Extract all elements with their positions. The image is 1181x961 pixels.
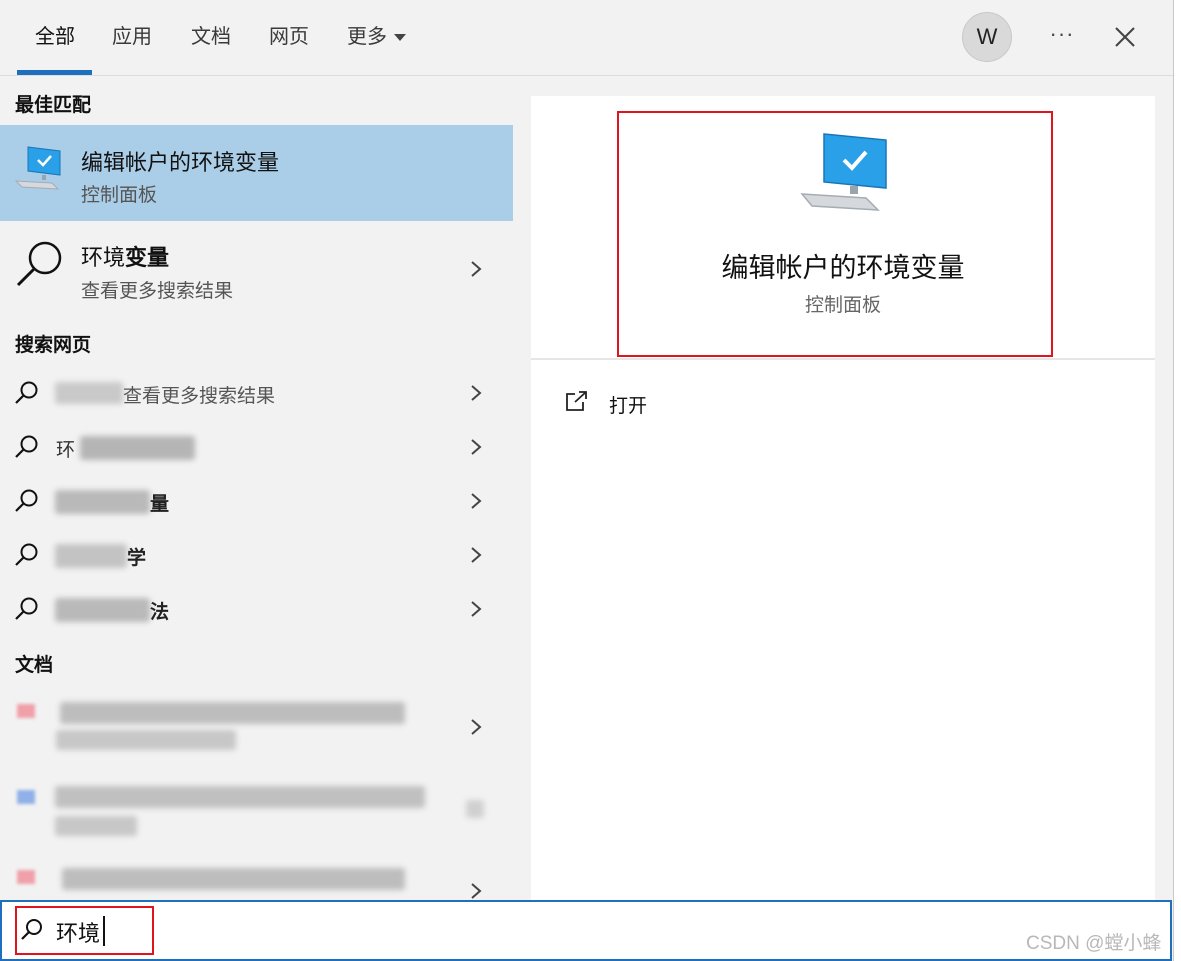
document-icon xyxy=(17,704,35,718)
tab-web[interactable]: 网页 xyxy=(269,24,309,50)
search-icon xyxy=(15,597,38,620)
chevron-right-icon xyxy=(471,883,482,899)
document-icon xyxy=(17,870,35,884)
redacted-text xyxy=(55,598,150,622)
document-icon xyxy=(17,790,35,804)
search-icon xyxy=(15,543,38,566)
redacted-text xyxy=(80,436,195,460)
chevron-right-icon xyxy=(471,493,482,509)
redacted-text xyxy=(60,702,405,724)
close-button[interactable] xyxy=(1106,18,1144,56)
open-action-label: 打开 xyxy=(609,396,648,417)
search-input[interactable] xyxy=(0,900,1172,961)
best-match-item[interactable]: 编辑帐户的环境变量 控制面板 xyxy=(0,125,513,221)
best-match-subtitle: 控制面板 xyxy=(81,185,158,206)
avatar[interactable]: W xyxy=(962,12,1012,62)
web-result-text: 量 xyxy=(150,494,170,515)
redacted-text xyxy=(55,816,137,836)
redacted-text xyxy=(62,868,405,890)
env-variable-item[interactable]: 环境变量 查看更多搜索结果 xyxy=(0,226,513,322)
chevron-right-icon xyxy=(471,719,482,735)
env-item-subtitle: 查看更多搜索结果 xyxy=(81,281,234,302)
env-item-title-bold: 变量 xyxy=(125,245,170,270)
document-result-row[interactable] xyxy=(0,772,513,844)
redacted-text xyxy=(56,730,236,750)
section-documents: 文档 xyxy=(15,655,54,676)
search-icon xyxy=(15,381,38,404)
more-options-button[interactable]: ··· xyxy=(1044,20,1080,52)
env-item-title: 环境变量 xyxy=(81,240,169,272)
search-icon xyxy=(15,489,38,512)
section-web: 搜索网页 xyxy=(15,335,92,356)
search-icon xyxy=(15,435,38,458)
background-window-strip xyxy=(1173,0,1181,961)
web-result-text: 查看更多搜索结果 xyxy=(123,386,276,407)
watermark: CSDN @螳小蜂 xyxy=(1026,933,1162,954)
tab-documents[interactable]: 文档 xyxy=(191,24,231,50)
web-result-row[interactable]: 查看更多搜索结果 xyxy=(0,366,513,420)
document-result-row[interactable] xyxy=(0,688,513,770)
best-match-title: 编辑帐户的环境变量 xyxy=(81,150,280,175)
active-tab-indicator xyxy=(17,70,92,75)
env-item-title-normal: 环境 xyxy=(81,245,126,270)
chevron-right-icon xyxy=(471,547,482,563)
highlight-box xyxy=(617,111,1053,357)
chevron-right-icon xyxy=(471,385,482,401)
tab-apps[interactable]: 应用 xyxy=(112,24,152,50)
close-icon xyxy=(1115,27,1135,47)
tab-more[interactable]: 更多 xyxy=(347,24,406,50)
search-icon xyxy=(16,241,62,287)
chevron-right-icon xyxy=(471,601,482,617)
chevron-down-icon xyxy=(394,34,406,42)
actions-pane: 打开 xyxy=(531,360,1155,900)
redacted-text xyxy=(55,544,127,568)
search-panel: 全部 应用 文档 网页 更多 W ··· 最佳匹配 编辑帐户的环境变量 控制面板 xyxy=(0,0,1173,961)
highlight-box xyxy=(15,906,154,955)
chevron-right-icon xyxy=(471,261,482,277)
computer-icon xyxy=(14,146,61,190)
open-icon xyxy=(566,391,587,411)
open-action[interactable]: 打开 xyxy=(565,388,785,420)
chevron-right-icon xyxy=(471,439,482,455)
web-result-row[interactable]: 环 xyxy=(0,420,513,474)
web-result-row[interactable]: 学 xyxy=(0,528,513,582)
top-bar: 全部 应用 文档 网页 更多 W ··· xyxy=(0,0,1173,76)
web-result-row[interactable]: 量 xyxy=(0,474,513,528)
web-result-text: 环 xyxy=(56,440,76,461)
web-result-text: 法 xyxy=(150,602,170,623)
web-result-row[interactable]: 法 xyxy=(0,582,513,636)
web-result-text: 学 xyxy=(127,548,147,569)
tab-all[interactable]: 全部 xyxy=(35,24,75,50)
redacted-text xyxy=(55,490,150,514)
section-best-match: 最佳匹配 xyxy=(15,95,92,116)
avatar-letter: W xyxy=(976,24,998,49)
redacted-icon xyxy=(466,800,484,818)
tab-more-label: 更多 xyxy=(347,26,387,48)
document-result-row[interactable] xyxy=(0,852,513,900)
redacted-text xyxy=(55,382,123,404)
redacted-text xyxy=(55,786,425,808)
